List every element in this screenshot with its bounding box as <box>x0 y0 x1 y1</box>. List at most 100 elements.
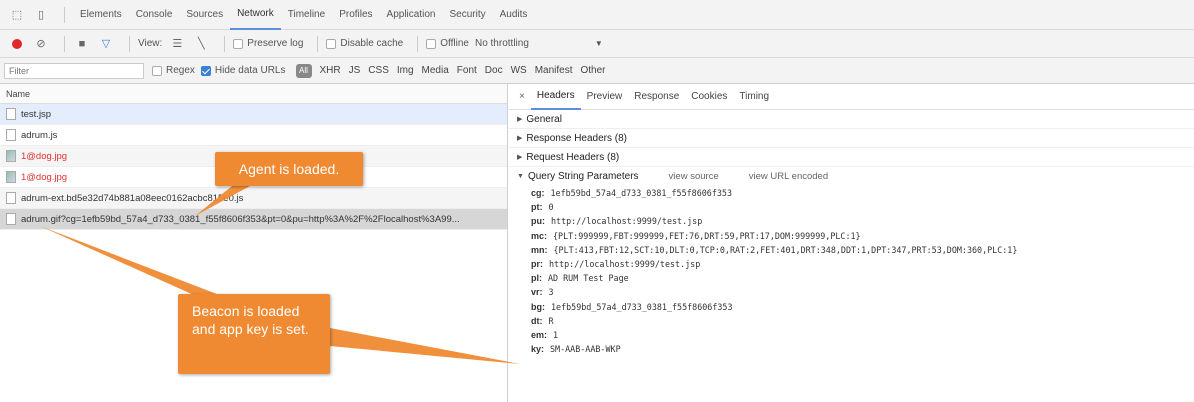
param-value: 3 <box>548 287 554 298</box>
inspect-icon[interactable]: ⬚ <box>8 6 26 24</box>
filter-type-manifest[interactable]: Manifest <box>531 65 577 76</box>
response-headers-section[interactable]: ▶ Response Headers (8) <box>509 129 1194 148</box>
table-row[interactable]: adrum.js <box>0 125 507 146</box>
param-value: R <box>548 315 554 326</box>
divider <box>64 35 65 52</box>
triangle-right-icon: ▶ <box>517 116 523 123</box>
filter-type-js[interactable]: JS <box>345 65 365 76</box>
view-url-encoded-link[interactable]: view URL encoded <box>749 171 828 182</box>
param-key: cg: <box>531 188 545 199</box>
filter-type-img[interactable]: Img <box>393 65 418 76</box>
param-key: bg: <box>531 301 545 312</box>
section-title: Response Headers (8) <box>526 132 627 144</box>
section-title: Query String Parameters <box>527 171 639 182</box>
resource-type-filters: XHR JS CSS Img Media Font Doc WS Manifest Other <box>316 65 610 76</box>
filter-input[interactable] <box>4 62 144 79</box>
general-section[interactable]: ▶ General <box>509 110 1194 129</box>
param-key: mn: <box>531 244 548 255</box>
param-key: pr: <box>531 259 543 270</box>
filter-type-other[interactable]: Other <box>577 65 610 76</box>
filter-type-xhr[interactable]: XHR <box>316 65 345 76</box>
clear-icon[interactable]: ⊘ <box>32 35 50 53</box>
filter-type-ws[interactable]: WS <box>507 65 531 76</box>
agent-loaded-callout: Agent is loaded. <box>215 152 363 186</box>
query-param-row: mc: {PLT:999999,FBT:999999,FET:76,DRT:59,… <box>509 229 1194 243</box>
view-source-link[interactable]: view source <box>669 171 719 182</box>
query-param-row: vr: 3 <box>509 285 1194 299</box>
tab-timeline[interactable]: Timeline <box>281 0 332 30</box>
tab-network[interactable]: Network <box>230 0 281 30</box>
tab-audits[interactable]: Audits <box>493 0 535 30</box>
tab-elements[interactable]: Elements <box>73 0 129 30</box>
offline-checkbox[interactable] <box>426 38 437 49</box>
query-param-row: bg: 1efb59bd_57a4_d733_0381_f55f8606f353 <box>509 300 1194 314</box>
regex-checkbox[interactable] <box>152 65 162 76</box>
tab-console[interactable]: Console <box>129 0 180 30</box>
query-param-row: pu: http://localhost:9999/test.jsp <box>509 214 1194 228</box>
triangle-right-icon: ▶ <box>517 135 523 142</box>
filter-type-font[interactable]: Font <box>453 65 481 76</box>
request-name: test.jsp <box>21 108 52 120</box>
filter-type-media[interactable]: Media <box>418 65 453 76</box>
record-icon[interactable] <box>8 35 26 53</box>
table-row[interactable]: test.jsp <box>0 104 507 125</box>
param-value: {PLT:413,FBT:12,SCT:10,DLT:0,TCP:0,RAT:2… <box>553 244 1018 255</box>
param-value: http://localhost:9999/test.jsp <box>549 259 701 270</box>
filter-type-css[interactable]: CSS <box>364 65 393 76</box>
tab-profiles[interactable]: Profiles <box>332 0 379 30</box>
param-key: pu: <box>531 216 545 227</box>
param-key: pl: <box>531 273 542 284</box>
param-key: mc: <box>531 230 548 241</box>
request-name: adrum.js <box>21 129 58 141</box>
preserve-log-checkbox[interactable] <box>233 38 244 49</box>
divider <box>224 35 226 52</box>
file-icon <box>6 129 16 141</box>
name-column-header[interactable]: Name <box>0 84 507 104</box>
table-row[interactable]: adrum-ext.bd5e32d74b881a08eec0162acbc815… <box>0 188 507 209</box>
network-toolbar: ⊘ ■ ▽ View: ☰ ╲ Preserve log Disable cac… <box>0 30 1194 58</box>
section-title: General <box>526 113 562 125</box>
disable-cache-checkbox[interactable] <box>326 38 337 49</box>
detail-tab-response[interactable]: Response <box>628 84 685 110</box>
throttling-select[interactable]: No throttling <box>475 38 529 49</box>
request-name: adrum.gif?cg=1efb59bd_57a4_d733_0381_f55… <box>21 213 460 225</box>
query-string-section[interactable]: ▼ Query String Parameters view source vi… <box>509 167 1194 186</box>
tab-application[interactable]: Application <box>380 0 443 30</box>
file-icon <box>6 192 16 204</box>
param-key: ky: <box>531 344 545 355</box>
detail-tab-cookies[interactable]: Cookies <box>685 84 733 110</box>
detail-tabs: × Headers Preview Response Cookies Timing <box>509 84 1194 110</box>
disable-cache-label: Disable cache <box>340 38 404 49</box>
hide-data-urls-checkbox[interactable] <box>200 65 211 76</box>
tab-security[interactable]: Security <box>442 0 492 30</box>
beacon-loaded-callout: Beacon is loaded and app key is set. <box>178 294 330 374</box>
param-value: 1efb59bd_57a4_d733_0381_f55f8606f353 <box>550 188 733 199</box>
device-mode-icon[interactable]: ▯ <box>32 6 50 24</box>
detail-tab-preview[interactable]: Preview <box>581 84 629 110</box>
param-value: AD RUM Test Page <box>548 273 629 284</box>
chevron-down-icon[interactable]: ▼ <box>595 39 603 48</box>
filter-type-doc[interactable]: Doc <box>481 65 507 76</box>
waterfall-icon[interactable]: ╲ <box>192 35 210 53</box>
list-view-icon[interactable]: ☰ <box>168 35 186 53</box>
camera-icon[interactable]: ■ <box>73 35 91 53</box>
divider <box>317 35 319 52</box>
file-icon <box>6 213 16 225</box>
query-param-row: pt: 0 <box>509 200 1194 214</box>
close-icon[interactable]: × <box>519 91 525 102</box>
triangle-down-icon: ▼ <box>517 173 524 180</box>
detail-tab-headers[interactable]: Headers <box>530 84 581 110</box>
tab-sources[interactable]: Sources <box>179 0 230 30</box>
section-title: Request Headers (8) <box>526 151 620 163</box>
table-row[interactable]: adrum.gif?cg=1efb59bd_57a4_d733_0381_f55… <box>0 209 507 230</box>
detail-tab-timing[interactable]: Timing <box>733 84 775 110</box>
filter-all-button[interactable]: All <box>295 63 312 78</box>
param-value: 1efb59bd_57a4_d733_0381_f55f8606f353 <box>551 301 733 312</box>
query-params: cg: 1efb59bd_57a4_d733_0381_f55f8606f353 p… <box>509 186 1194 356</box>
query-param-row: mn: {PLT:413,FBT:12,SCT:10,DLT:0,TCP:0,RA… <box>509 243 1194 257</box>
request-name: adrum-ext.bd5e32d74b881a08eec0162acbc815… <box>21 192 244 204</box>
request-headers-section[interactable]: ▶ Request Headers (8) <box>509 148 1194 167</box>
filter-icon[interactable]: ▽ <box>97 35 115 53</box>
preserve-log-label: Preserve log <box>247 38 304 49</box>
query-param-row: em: 1 <box>509 328 1194 342</box>
